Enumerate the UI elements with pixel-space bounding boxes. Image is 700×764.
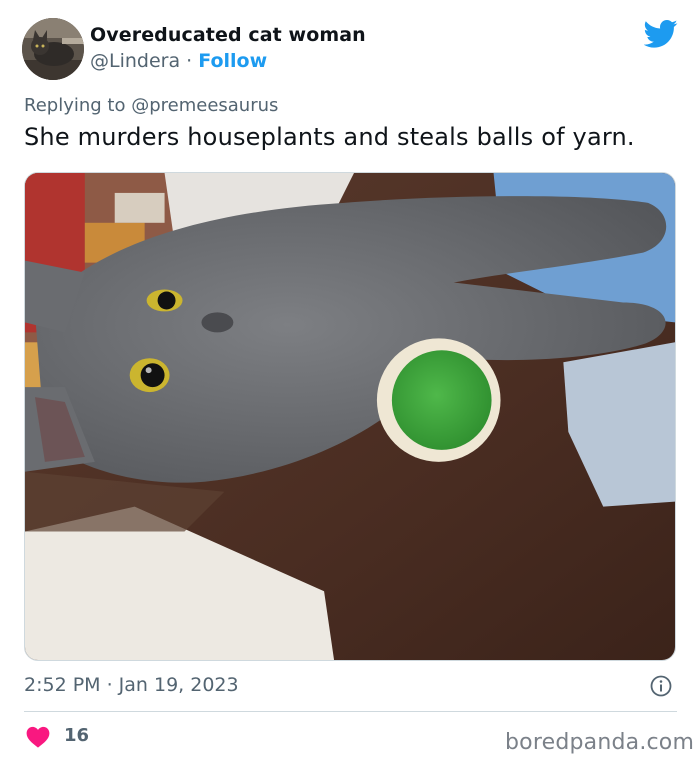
tweet-text: She murders houseplants and steals balls… (24, 123, 635, 151)
cat-with-ball-photo (25, 173, 675, 660)
source-watermark: boredpanda.com (505, 730, 695, 755)
twitter-bird-icon[interactable] (644, 19, 678, 49)
info-icon[interactable] (650, 675, 672, 697)
like-count: 16 (64, 725, 90, 746)
cat-avatar-icon (22, 18, 84, 80)
author-handle[interactable]: @Lindera (90, 50, 180, 72)
follow-button[interactable]: Follow (198, 50, 267, 72)
tweet-photo[interactable] (24, 172, 676, 661)
handle-separator: · (186, 50, 193, 72)
author-handle-line: @Lindera · Follow (90, 50, 267, 72)
reply-prefix: Replying to (24, 95, 132, 116)
actions-divider (24, 711, 677, 712)
heart-icon[interactable] (26, 726, 50, 748)
reply-context: Replying to @premeesaurus (24, 95, 278, 116)
reply-to-handle[interactable]: @premeesaurus (131, 95, 278, 116)
author-avatar[interactable] (22, 18, 84, 80)
tweet-timestamp[interactable]: 2:52 PM · Jan 19, 2023 (24, 674, 239, 696)
author-display-name[interactable]: Overeducated cat woman (90, 24, 366, 46)
